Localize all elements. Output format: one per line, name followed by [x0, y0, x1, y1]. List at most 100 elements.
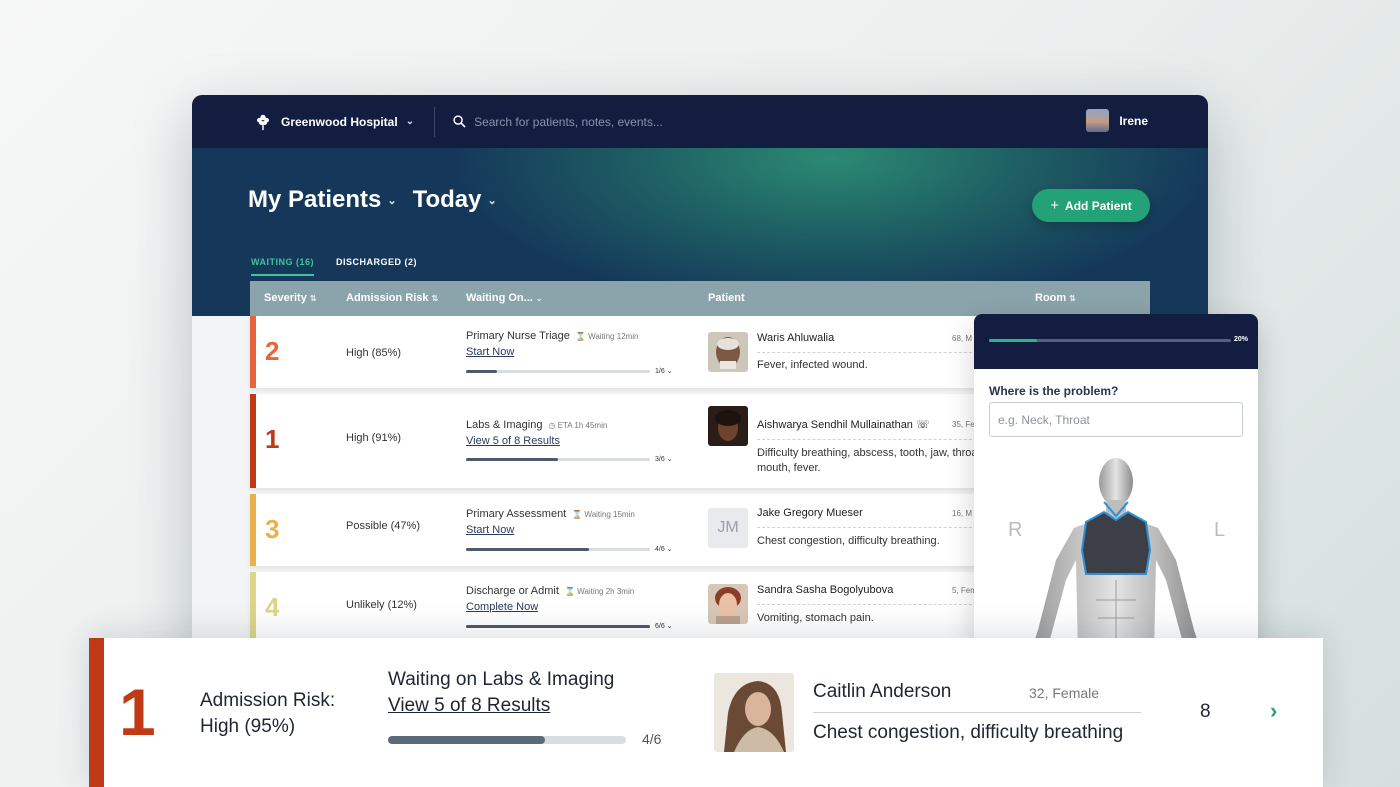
chevron-down-icon[interactable]: ⌄	[488, 194, 497, 207]
divider	[813, 712, 1141, 713]
admission-risk: High (91%)	[346, 432, 402, 444]
column-severity[interactable]: Severity ⇅	[264, 292, 317, 304]
search-input[interactable]: Search for patients, notes, events...	[453, 115, 1053, 129]
period-selector[interactable]: Today	[413, 186, 482, 214]
add-patient-label: Add Patient	[1065, 198, 1132, 213]
room-number: 8	[1200, 701, 1211, 722]
progress-bar	[388, 736, 626, 744]
divider	[757, 352, 977, 353]
waiting-on: Primary Nurse Triage ⌛ Waiting 12min	[466, 330, 639, 342]
severity-value: 4	[265, 592, 280, 622]
chevron-right-icon[interactable]: ›	[1270, 698, 1277, 724]
top-bar: Greenwood Hospital ⌄ Search for patients…	[192, 95, 1208, 148]
patient-name[interactable]: Waris Ahluwalia	[757, 332, 834, 344]
patient-name[interactable]: Sandra Sasha Bogolyubova	[757, 584, 893, 596]
column-patient: Patient	[708, 292, 745, 304]
body-side-right: R	[1008, 519, 1023, 541]
hospital-switcher[interactable]: Greenwood Hospital ⌄	[254, 113, 414, 131]
severity-value: 2	[265, 336, 280, 366]
patient-name[interactable]: Jake Gregory Mueser	[757, 507, 863, 519]
waiting-on: Waiting on Labs & Imaging	[388, 669, 615, 690]
severity-value: 3	[265, 514, 280, 544]
divider	[757, 604, 977, 605]
search-placeholder: Search for patients, notes, events...	[474, 114, 663, 129]
tab-waiting[interactable]: WAITING (16)	[251, 257, 315, 276]
page-title[interactable]: My Patients	[248, 186, 381, 214]
plus-icon: +	[1050, 197, 1060, 214]
row-action-link[interactable]: Complete Now	[466, 601, 538, 613]
patient-initials-avatar: JM	[708, 508, 748, 548]
progress-label[interactable]: 4/6 ⌄	[655, 545, 673, 553]
severity-bar	[89, 638, 104, 787]
row-action-link[interactable]: View 5 of 8 Results	[466, 435, 560, 447]
tab-bar: WAITING (16) DISCHARGED (2)	[251, 257, 439, 276]
column-admission-risk[interactable]: Admission Risk ⇅	[346, 292, 438, 304]
severity-value: 1	[265, 424, 280, 454]
waiting-on: Primary Assessment ⌛ Waiting 15min	[466, 508, 635, 520]
patient-age: 68, M	[952, 334, 973, 343]
patient-photo	[714, 673, 794, 752]
patient-age: 32, Female	[1029, 685, 1100, 701]
patient-complaint: Chest congestion, difficulty breathing.	[757, 535, 940, 547]
wait-note: ◷ ETA 1h 45min	[548, 421, 608, 430]
admission-risk: High (85%)	[346, 347, 402, 359]
triage-header: 20%	[974, 314, 1258, 369]
progress-label: 4/6	[642, 731, 662, 747]
admission-risk: Admission Risk: High (95%)	[200, 690, 336, 737]
triage-panel: 20% Where is the problem? e.g. Neck, Thr…	[974, 314, 1258, 654]
sort-icon: ⇅	[309, 294, 317, 303]
progress-label[interactable]: 1/6 ⌄	[655, 367, 673, 375]
patient-complaint: Vomiting, stomach pain.	[757, 612, 874, 624]
waiting-on: Discharge or Admit ⌛ Waiting 2h 3min	[466, 585, 635, 597]
search-icon	[453, 115, 466, 128]
sort-icon: ⇅	[1069, 294, 1076, 303]
patient-name[interactable]: Caitlin Anderson	[813, 681, 951, 703]
chevron-down-icon: ⌄	[405, 116, 415, 127]
divider	[434, 106, 436, 137]
hospital-name: Greenwood Hospital	[281, 114, 398, 129]
wait-note: ⌛ Waiting 15min	[572, 510, 635, 519]
user-menu[interactable]: Irene	[1086, 109, 1148, 132]
body-map[interactable]	[1026, 450, 1206, 654]
triage-question: Where is the problem?	[989, 384, 1119, 398]
avatar	[1086, 109, 1110, 132]
patient-complaint: Difficulty breathing, abscess, tooth, ja…	[757, 447, 984, 474]
user-name: Irene	[1119, 113, 1148, 128]
severity-value: 1	[119, 675, 156, 749]
add-patient-button[interactable]: + Add Patient	[1032, 189, 1150, 222]
waiting-on: Labs & Imaging ◷ ETA 1h 45min	[466, 419, 608, 431]
tree-logo-icon	[257, 114, 269, 130]
column-room[interactable]: Room ⇅	[1035, 292, 1076, 304]
triage-progress-bar	[989, 339, 1231, 342]
sort-icon: ⇅	[431, 294, 439, 303]
severity-bar	[250, 494, 256, 566]
table-header: Severity ⇅ Admission Risk ⇅ Waiting On... ⌄…	[250, 281, 1150, 316]
wait-note: ⌛ Waiting 2h 3min	[564, 587, 635, 596]
admission-risk: Unlikely (12%)	[346, 599, 417, 611]
progress-label[interactable]: 3/6 ⌄	[655, 455, 673, 463]
problem-location-input[interactable]: e.g. Neck, Throat	[989, 402, 1243, 437]
patient-name[interactable]: Aishwarya Sendhil Mullainathan ☏	[757, 418, 930, 431]
wait-note: ⌛ Waiting 12min	[575, 332, 639, 341]
row-action-link[interactable]: Start Now	[466, 524, 514, 536]
chevron-down-icon: ⌄	[535, 294, 543, 303]
chevron-down-icon[interactable]: ⌄	[387, 194, 396, 207]
phone-icon: ☏	[916, 419, 930, 431]
patient-photo	[708, 584, 748, 624]
body-side-left: L	[1214, 519, 1226, 541]
patient-complaint: Chest congestion, difficulty breathing	[813, 722, 1124, 743]
patient-photo	[708, 406, 748, 446]
divider	[757, 527, 977, 528]
row-action-link[interactable]: Start Now	[466, 346, 514, 358]
admission-risk: Possible (47%)	[346, 520, 420, 532]
progress-bar	[466, 370, 650, 373]
featured-patient-card[interactable]: 1 Admission Risk: High (95%) Waiting on L…	[89, 638, 1323, 787]
column-waiting-on[interactable]: Waiting On... ⌄	[466, 292, 543, 304]
tab-discharged[interactable]: DISCHARGED (2)	[336, 257, 417, 276]
patient-age: 16, M	[952, 509, 973, 518]
progress-label[interactable]: 6/6 ⌄	[655, 622, 673, 630]
view-results-link[interactable]: View 5 of 8 Results	[388, 695, 550, 717]
triage-progress-label: 20%	[1234, 336, 1249, 343]
patient-photo	[708, 332, 748, 372]
progress-bar	[466, 625, 650, 628]
